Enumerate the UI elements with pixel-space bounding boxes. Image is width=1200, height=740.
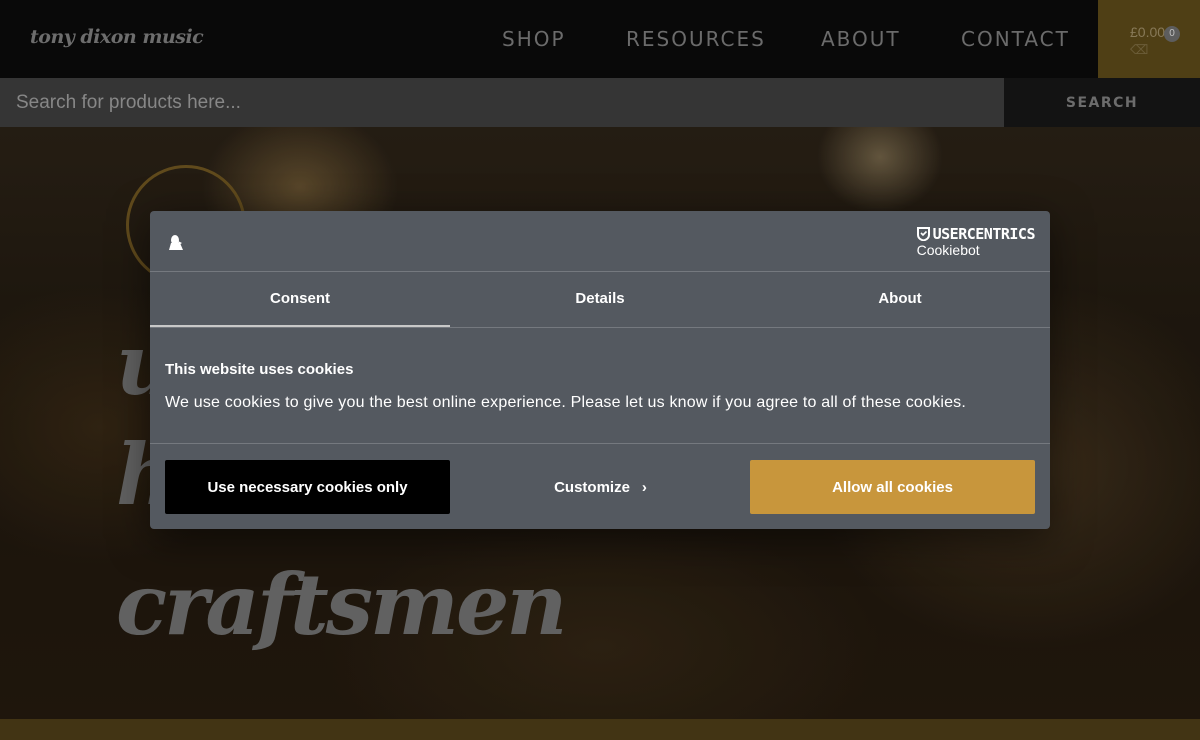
site-favicon-icon xyxy=(169,235,183,250)
dialog-title: This website uses cookies xyxy=(165,361,354,378)
customize-button[interactable]: Customize › xyxy=(458,460,743,514)
usercentrics-cookiebot-logo[interactable]: USERCENTRICS Cookiebot xyxy=(916,225,1036,258)
divider xyxy=(150,443,1050,444)
shield-icon xyxy=(916,227,930,241)
tab-consent[interactable]: Consent xyxy=(150,271,450,327)
tab-about[interactable]: About xyxy=(750,271,1050,327)
brand-product: Cookiebot xyxy=(916,242,980,258)
dialog-description: We use cookies to give you the best onli… xyxy=(165,394,967,411)
cookie-consent-dialog: USERCENTRICS Cookiebot Consent Details A… xyxy=(150,211,1050,529)
active-tab-indicator xyxy=(150,325,450,327)
tab-details[interactable]: Details xyxy=(450,271,750,327)
necessary-cookies-button[interactable]: Use necessary cookies only xyxy=(165,460,450,514)
brand-name: USERCENTRICS xyxy=(932,225,1036,243)
divider xyxy=(150,327,1050,328)
allow-all-cookies-button[interactable]: Allow all cookies xyxy=(750,460,1035,514)
customize-label: Customize xyxy=(554,478,630,496)
chevron-right-icon: › xyxy=(641,478,647,496)
